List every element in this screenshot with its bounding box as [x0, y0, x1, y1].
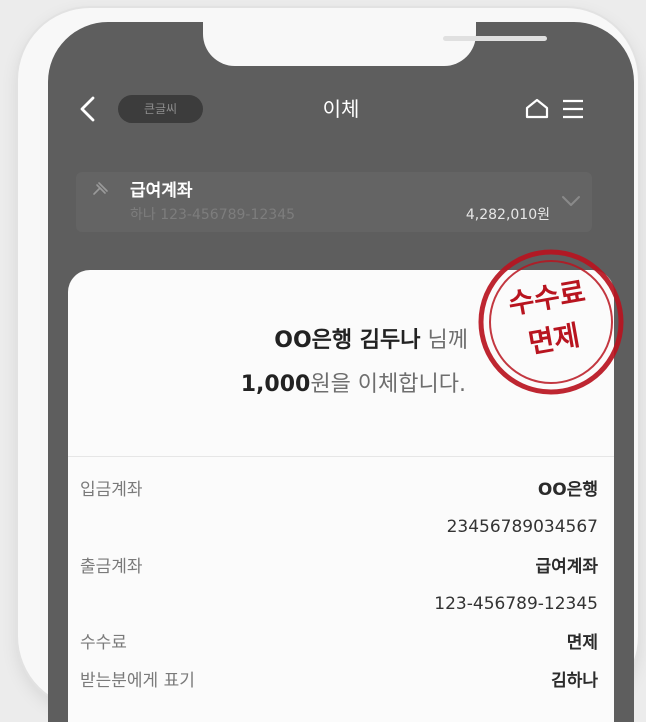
transfer-amount: 1,000	[240, 372, 311, 397]
confirm-recipient-line: OO은행 김두나 님께	[68, 326, 468, 356]
withdrawal-account-number: 123-456789-12345	[434, 594, 598, 614]
fee-label: 수수료	[80, 633, 127, 653]
top-nav-bar: 큰글씨 이체	[48, 88, 634, 132]
honorific-text: 님께	[427, 328, 468, 353]
fee-exempt-stamp: 수수료 면제	[459, 230, 642, 413]
recipient-display-value: 김하나	[551, 671, 598, 691]
confirm-amount-line: 1,000원을 이체합니다.	[68, 370, 466, 400]
amount-suffix: 원을 이체합니다.	[310, 372, 466, 397]
recipient-display-label: 받는분에게 표기	[80, 671, 195, 691]
fee-value: 면제	[566, 633, 598, 653]
chevron-down-icon[interactable]	[560, 194, 582, 208]
back-arrow-icon[interactable]	[74, 92, 104, 126]
pin-icon	[93, 182, 108, 195]
account-number: 하나 123-456789-12345	[130, 207, 296, 223]
deposit-account-number: 23456789034567	[446, 517, 598, 537]
hamburger-menu-icon[interactable]	[560, 96, 586, 122]
speaker-grille	[443, 36, 547, 41]
page-title: 이체	[322, 97, 360, 121]
section-divider	[68, 456, 614, 457]
deposit-bank-value: OO은행	[537, 480, 598, 500]
large-text-toggle-button[interactable]: 큰글씨	[118, 95, 203, 123]
deposit-account-label: 입금계좌	[80, 480, 143, 500]
phone-notch	[203, 22, 547, 66]
withdrawal-account-value: 급여계좌	[535, 557, 598, 577]
recipient-bank-name: OO은행 김두나	[274, 328, 421, 353]
withdrawal-account-selector[interactable]: 급여계좌 하나 123-456789-12345 4,282,010원	[76, 172, 592, 232]
account-name: 급여계좌	[130, 181, 193, 201]
withdrawal-account-label: 출금계좌	[80, 557, 143, 577]
account-balance: 4,282,010원	[465, 207, 550, 223]
home-icon[interactable]	[524, 96, 550, 122]
